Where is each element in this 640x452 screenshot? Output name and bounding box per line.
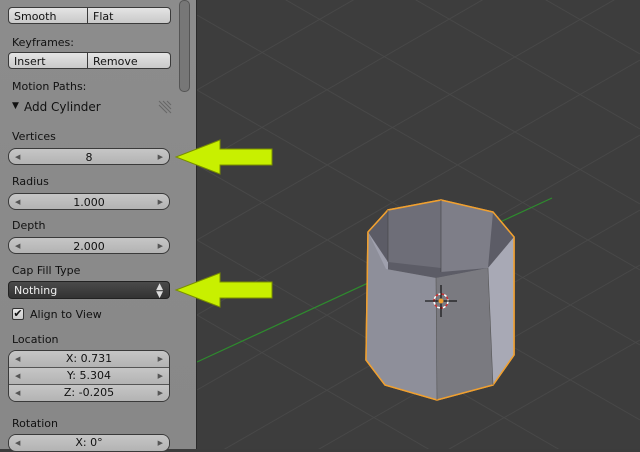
depth-label: Depth [12, 219, 46, 232]
rotation-x-value: X: 0° [75, 436, 103, 449]
location-y-field[interactable]: ◀ Y: 5.304 ▶ [9, 368, 169, 385]
depth-value: 2.000 [73, 240, 105, 253]
operator-title: Add Cylinder [24, 100, 101, 114]
drag-handle-icon[interactable] [157, 99, 173, 115]
collapse-triangle-icon: ▼ [12, 101, 19, 111]
rotation-fields: ◀ X: 0° ▶ [8, 434, 170, 452]
cap-fill-select[interactable]: Nothing ▲ ▼ [8, 281, 170, 300]
3d-viewport[interactable] [196, 0, 640, 452]
increment-icon[interactable]: ▶ [158, 385, 163, 401]
radius-field[interactable]: ◀ 1.000 ▶ [8, 193, 170, 210]
decrement-icon[interactable]: ◀ [15, 238, 20, 255]
viewport-canvas [196, 0, 640, 452]
increment-icon[interactable]: ▶ [158, 194, 163, 211]
depth-field[interactable]: ◀ 2.000 ▶ [8, 237, 170, 254]
location-label: Location [12, 333, 59, 346]
smooth-button[interactable]: Smooth [8, 7, 88, 24]
operator-panel: Smooth Flat Keyframes: Insert Remove Mot… [0, 0, 197, 452]
updown-arrows-icon: ▲ ▼ [156, 282, 163, 300]
align-to-view-checkbox[interactable]: ✔ [12, 308, 24, 320]
increment-icon[interactable]: ▶ [158, 368, 163, 384]
cap-fill-value: Nothing [14, 284, 58, 297]
rotation-label: Rotation [12, 417, 59, 430]
annotation-arrow-vertices-icon [174, 139, 273, 175]
motion-paths-label: Motion Paths: [12, 80, 87, 93]
location-fields: ◀ X: 0.731 ▶ ◀ Y: 5.304 ▶ ◀ Z: -0.205 ▶ [8, 350, 170, 402]
increment-icon[interactable]: ▶ [158, 238, 163, 255]
decrement-icon[interactable]: ◀ [15, 351, 20, 367]
keyframes-label: Keyframes: [12, 36, 74, 49]
decrement-icon[interactable]: ◀ [15, 194, 20, 211]
location-z-value: Z: -0.205 [63, 386, 115, 399]
decrement-icon[interactable]: ◀ [15, 149, 20, 166]
decrement-icon[interactable]: ◀ [15, 368, 20, 384]
radius-value: 1.000 [73, 196, 105, 209]
vertices-value: 8 [85, 151, 93, 164]
increment-icon[interactable]: ▶ [158, 149, 163, 166]
location-z-field[interactable]: ◀ Z: -0.205 ▶ [9, 385, 169, 401]
panel-scrollbar[interactable] [179, 0, 190, 92]
increment-icon[interactable]: ▶ [158, 351, 163, 367]
insert-keyframe-button[interactable]: Insert [8, 52, 88, 69]
location-y-value: Y: 5.304 [67, 369, 111, 382]
remove-keyframe-button[interactable]: Remove [88, 52, 171, 69]
radius-label: Radius [12, 175, 49, 188]
align-to-view-label: Align to View [30, 308, 102, 321]
annotation-arrow-cap-fill-icon [174, 272, 273, 308]
flat-button[interactable]: Flat [88, 7, 171, 24]
add-cylinder-header[interactable]: ▼ Add Cylinder [8, 99, 193, 117]
vertices-field[interactable]: ◀ 8 ▶ [8, 148, 170, 165]
location-x-field[interactable]: ◀ X: 0.731 ▶ [9, 351, 169, 368]
cap-fill-label: Cap Fill Type [12, 264, 81, 277]
decrement-icon[interactable]: ◀ [15, 385, 20, 401]
location-x-value: X: 0.731 [65, 352, 113, 365]
vertices-label: Vertices [12, 130, 56, 143]
